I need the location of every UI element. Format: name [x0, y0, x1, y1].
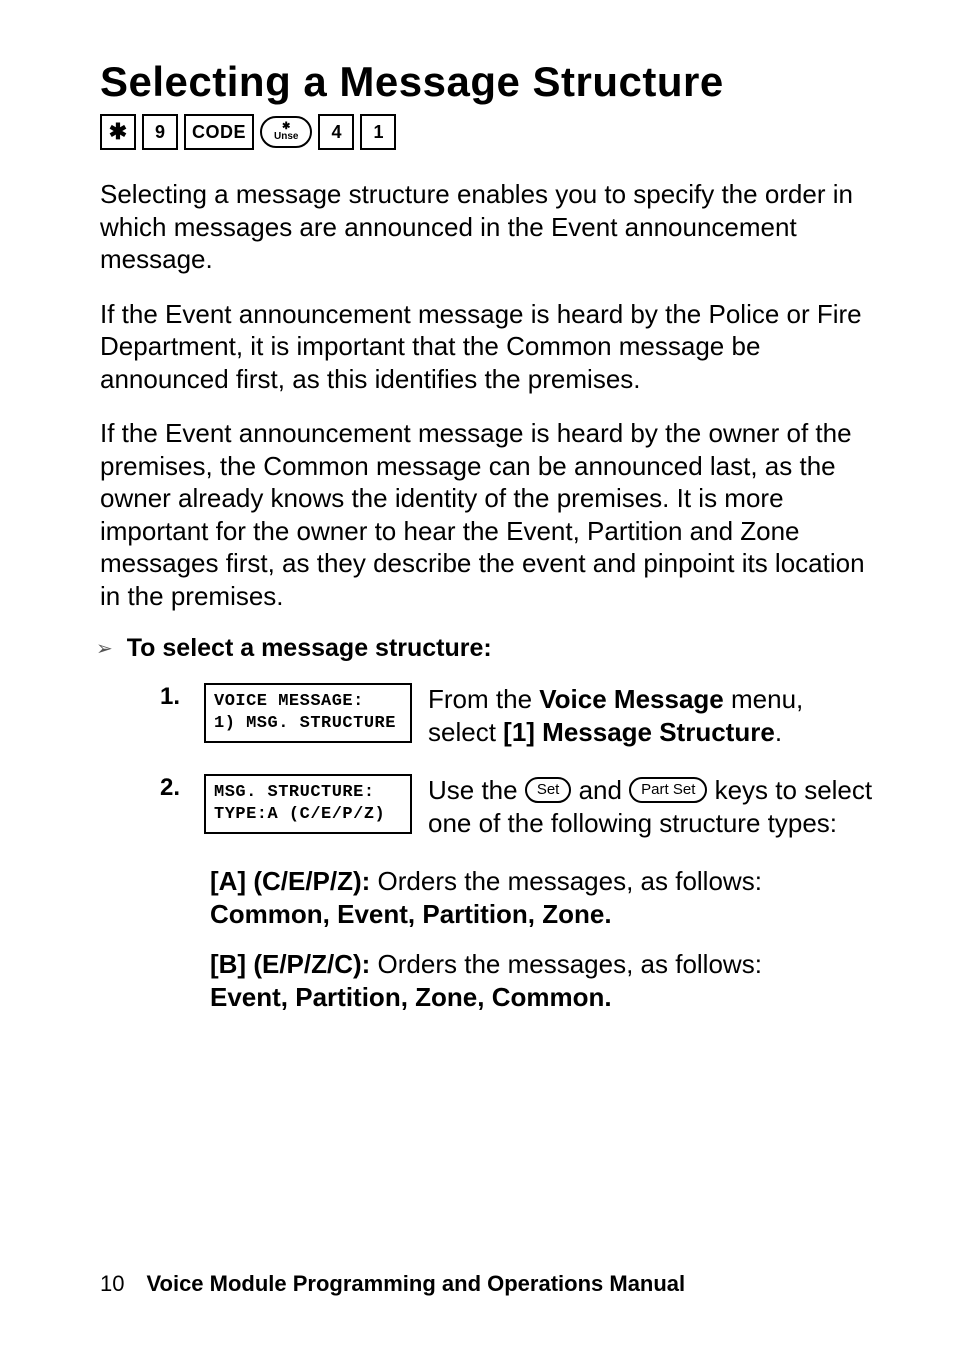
text: and — [571, 775, 629, 805]
key-9: 9 — [142, 114, 178, 150]
intro-paragraph-2: If the Event announcement message is hea… — [100, 298, 874, 396]
page-title: Selecting a Message Structure — [100, 60, 874, 104]
key-unset: ✱ Unse — [260, 116, 312, 148]
procedure-heading-text: To select a message structure: — [127, 634, 492, 663]
option-head: [A] (C/E/P/Z): — [210, 866, 370, 896]
option-sequence: Common, Event, Partition, Zone. — [210, 899, 612, 929]
option-text: Orders the messages, as follows: — [370, 949, 762, 979]
key-star: ✱ — [100, 114, 136, 150]
step-1: 1. VOICE MESSAGE: 1) MSG. STRUCTURE From… — [160, 683, 874, 748]
text: From the — [428, 684, 539, 714]
lcd-screen: VOICE MESSAGE: 1) MSG. STRUCTURE — [204, 683, 412, 743]
step-number: 1. — [160, 683, 188, 748]
procedure-heading: ➢ To select a message structure: — [96, 634, 874, 663]
bold-text: Voice Message — [539, 684, 724, 714]
page: Selecting a Message Structure ✱ 9 CODE ✱… — [0, 0, 954, 1345]
lcd-line1: MSG. STRUCTURE: — [214, 783, 375, 802]
key-4: 4 — [318, 114, 354, 150]
option-a: [A] (C/E/P/Z): Orders the messages, as f… — [100, 865, 874, 930]
key-code: CODE — [184, 114, 254, 150]
text: Use the — [428, 775, 525, 805]
step-description: Use the Set and Part Set keys to select … — [428, 774, 874, 839]
lcd-display: VOICE MESSAGE: 1) MSG. STRUCTURE — [204, 683, 412, 748]
arrow-icon: ➢ — [96, 636, 113, 661]
key-sequence: ✱ 9 CODE ✱ Unse 4 1 — [100, 114, 874, 150]
intro-paragraph-3: If the Event announcement message is hea… — [100, 417, 874, 612]
bold-text: [1] Message Structure — [503, 717, 775, 747]
key-part-set: Part Set — [629, 777, 707, 803]
text: . — [775, 717, 782, 747]
lcd-display: MSG. STRUCTURE: TYPE:A (C/E/P/Z) — [204, 774, 412, 839]
option-sequence: Event, Partition, Zone, Common. — [210, 982, 612, 1012]
step-description: From the Voice Message menu, select [1] … — [428, 683, 874, 748]
lcd-line1: VOICE MESSAGE: — [214, 692, 364, 711]
manual-title: Voice Module Programming and Operations … — [146, 1271, 685, 1297]
step-2: 2. MSG. STRUCTURE: TYPE:A (C/E/P/Z) Use … — [160, 774, 874, 839]
lcd-screen: MSG. STRUCTURE: TYPE:A (C/E/P/Z) — [204, 774, 412, 834]
intro-paragraph-1: Selecting a message structure enables yo… — [100, 178, 874, 276]
page-number: 10 — [100, 1271, 124, 1297]
option-text: Orders the messages, as follows: — [370, 866, 762, 896]
key-set: Set — [525, 777, 572, 803]
key-1: 1 — [360, 114, 396, 150]
option-head: [B] (E/P/Z/C): — [210, 949, 370, 979]
page-footer: 10 Voice Module Programming and Operatio… — [100, 1271, 874, 1297]
option-b: [B] (E/P/Z/C): Orders the messages, as f… — [100, 948, 874, 1013]
lcd-line2: 1) MSG. STRUCTURE — [214, 714, 396, 733]
key-unset-bottom: Unse — [274, 132, 298, 142]
steps-list: 1. VOICE MESSAGE: 1) MSG. STRUCTURE From… — [100, 683, 874, 839]
step-number: 2. — [160, 774, 188, 839]
lcd-line2: TYPE:A (C/E/P/Z) — [214, 805, 385, 824]
